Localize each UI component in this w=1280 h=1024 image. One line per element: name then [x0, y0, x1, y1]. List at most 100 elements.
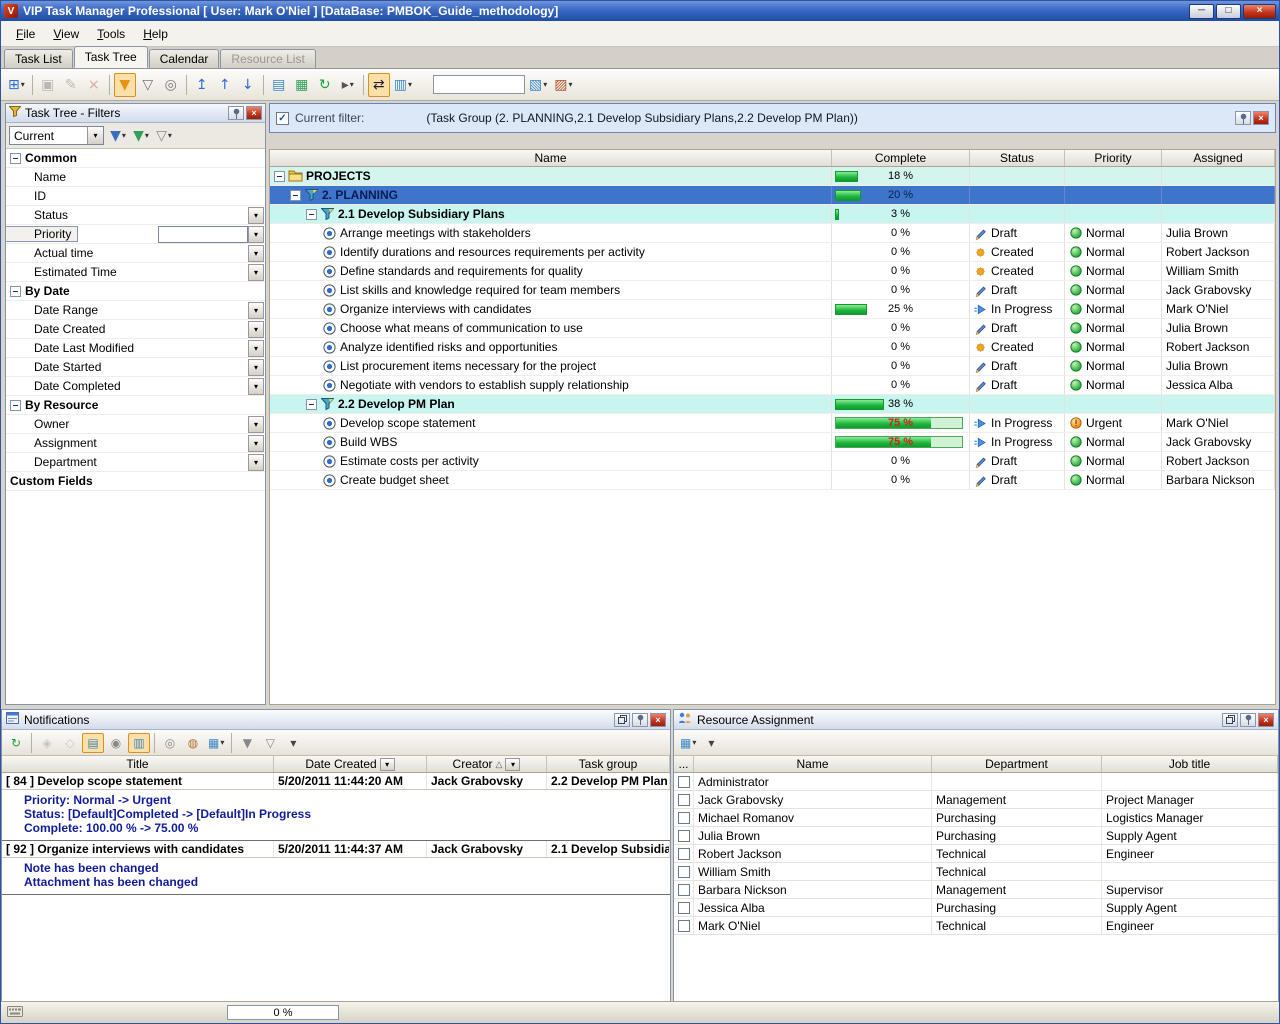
tree-expander-icon[interactable] [10, 153, 21, 164]
menu-tools[interactable]: Tools [88, 24, 134, 44]
filters-pin-button[interactable] [228, 106, 244, 120]
notif-history-button[interactable]: ◍ [182, 733, 204, 753]
filter-item-status[interactable]: Status▾ [6, 206, 265, 225]
tree-expander-icon[interactable] [10, 286, 21, 297]
chevron-down-icon[interactable]: ▾ [248, 321, 264, 338]
refresh-button[interactable]: ↻ [314, 73, 336, 97]
resource-row-robert-jackson[interactable]: Robert JacksonTechnicalEngineer [674, 845, 1278, 863]
new-task-button[interactable]: ⊞▾ [5, 73, 28, 97]
task-row-choose-what-means-of-communication-to-use[interactable]: Choose what means of communication to us… [270, 319, 1275, 338]
resource-checkbox[interactable] [678, 884, 690, 896]
resource-checkbox[interactable] [678, 776, 690, 788]
notif-mark-read-button[interactable]: ◉ [105, 733, 127, 753]
resource-pin-button[interactable] [1240, 713, 1256, 727]
filters-close-button[interactable]: × [246, 106, 262, 120]
task-row-build-wbs[interactable]: Build WBS75 %In ProgressNormalJack Grabo… [270, 433, 1275, 452]
filter-toggle-button[interactable]: ▼ [114, 73, 136, 97]
filter-item-actual-time[interactable]: Actual time▾ [6, 244, 265, 263]
column-header-status[interactable]: Status [970, 150, 1065, 166]
task-row-identify-durations-and-resources-requirements-per-activity[interactable]: Identify durations and resources require… [270, 243, 1275, 262]
tab-task-tree[interactable]: Task Tree [74, 46, 148, 68]
resource-row-mark-o-niel[interactable]: Mark O'NielTechnicalEngineer [674, 917, 1278, 935]
chevron-down-icon[interactable]: ▾ [248, 435, 264, 452]
view-mode-button[interactable]: ▸▾ [337, 73, 359, 97]
task-row-organize-interviews-with-candidates[interactable]: Organize interviews with candidates25 %I… [270, 300, 1275, 319]
notif-filter-button[interactable]: ▼ [236, 733, 258, 753]
notif-column-header-task-group[interactable]: Task group [547, 756, 670, 772]
task-row-2-1-develop-subsidiary-plans[interactable]: 2.1 Develop Subsidiary Plans3 % [270, 205, 1275, 224]
tree-expander-icon[interactable] [274, 171, 285, 182]
move-up-button[interactable]: ↑ [214, 73, 236, 97]
resource-checkbox[interactable] [678, 902, 690, 914]
apply-filter-button[interactable]: ▼▾ [107, 124, 129, 148]
task-row-develop-scope-statement[interactable]: Develop scope statement75 %In ProgressUr… [270, 414, 1275, 433]
filter-item-department[interactable]: Department▾ [6, 453, 265, 472]
current-filter-checkbox[interactable]: ✓ [276, 112, 289, 125]
chevron-down-icon[interactable]: ▾ [248, 378, 264, 395]
resource-checkbox[interactable] [678, 830, 690, 842]
resource-restore-button[interactable] [1222, 713, 1238, 727]
column-header-complete[interactable]: Complete [832, 150, 970, 166]
tab-calendar[interactable]: Calendar [149, 49, 220, 68]
fit-columns-button[interactable]: ⇄ [368, 73, 390, 97]
notifications-close-button[interactable]: × [650, 713, 666, 727]
notif-column-header-creator[interactable]: Creator△▾ [427, 756, 547, 772]
column-header-priority[interactable]: Priority [1065, 150, 1162, 166]
chevron-down-icon[interactable]: ▾ [248, 359, 264, 376]
task-row-list-procurement-items-necessary-for-the-project[interactable]: List procurement items necessary for the… [270, 357, 1275, 376]
tab-task-list[interactable]: Task List [4, 49, 73, 68]
task-row-analyze-identified-risks-and-opportunities[interactable]: Analyze identified risks and opportuniti… [270, 338, 1275, 357]
resource-checkbox[interactable] [678, 794, 690, 806]
collapse-tree-button[interactable]: ▦ [291, 73, 313, 97]
filter-item-estimated-time[interactable]: Estimated Time▾ [6, 263, 265, 282]
find-button[interactable]: ◎ [160, 73, 182, 97]
resource-row-jack-grabovsky[interactable]: Jack GrabovskyManagementProject Manager [674, 791, 1278, 809]
menu-view[interactable]: View [44, 24, 88, 44]
export-button[interactable]: ▧▾ [526, 73, 550, 97]
notif-column-header-date-created[interactable]: Date Created▾ [274, 756, 427, 772]
task-row-negotiate-with-vendors-to-establish-supply-relationship[interactable]: Negotiate with vendors to establish supp… [270, 376, 1275, 395]
filter-preset-combo[interactable]: Current ▾ [9, 126, 104, 145]
chevron-down-icon[interactable]: ▾ [248, 340, 264, 357]
resource-more-button[interactable]: ▾ [700, 733, 722, 753]
resource-columns-button[interactable]: ▦▾ [677, 733, 699, 753]
resource-row-barbara-nickson[interactable]: Barbara NicksonManagementSupervisor [674, 881, 1278, 899]
chevron-down-icon[interactable]: ▾ [248, 245, 264, 262]
close-button[interactable]: × [1243, 4, 1276, 19]
maximize-button[interactable]: □ [1216, 4, 1241, 19]
resource-close-button[interactable]: × [1258, 713, 1274, 727]
filter-item-date-completed[interactable]: Date Completed▾ [6, 377, 265, 396]
filter-item-date-range[interactable]: Date Range▾ [6, 301, 265, 320]
resource-row-william-smith[interactable]: William SmithTechnical [674, 863, 1278, 881]
chevron-down-icon[interactable]: ▾ [248, 302, 264, 319]
move-top-button[interactable]: ↥ [191, 73, 213, 97]
notif-columns-button[interactable]: ▦▾ [205, 733, 227, 753]
filter-item-date-started[interactable]: Date Started▾ [6, 358, 265, 377]
notification-row[interactable]: [ 84 ] Develop scope statement5/20/2011 … [2, 773, 670, 790]
column-header-name[interactable]: Name [270, 150, 832, 166]
save-filter-button[interactable]: ▼▾ [130, 124, 152, 148]
task-row-projects[interactable]: PROJECTS18 % [270, 167, 1275, 186]
chevron-down-icon[interactable]: ▾ [505, 758, 520, 771]
menu-file[interactable]: File [7, 24, 44, 44]
chevron-down-icon[interactable]: ▾ [380, 758, 395, 771]
filter-value-input[interactable] [158, 226, 248, 243]
resource-row-administrator[interactable]: Administrator [674, 773, 1278, 791]
resource-column-header-job-title[interactable]: Job title [1102, 756, 1278, 772]
chevron-down-icon[interactable]: ▾ [87, 127, 103, 144]
minimize-button[interactable]: ─ [1189, 4, 1214, 19]
tree-expander-icon[interactable] [290, 190, 301, 201]
filter-section-by-resource[interactable]: By Resource [6, 396, 265, 415]
resource-column-header-department[interactable]: Department [932, 756, 1102, 772]
resource-column-header-col[interactable]: ... [674, 756, 694, 772]
expand-tree-button[interactable]: ▤ [268, 73, 290, 97]
notif-refresh-button[interactable]: ↻ [5, 733, 27, 753]
toolbar-search-field[interactable] [433, 75, 525, 94]
task-row-create-budget-sheet[interactable]: Create budget sheet0 %DraftNormalBarbara… [270, 471, 1275, 490]
filter-item-name[interactable]: Name [6, 168, 265, 187]
resource-checkbox[interactable] [678, 812, 690, 824]
notif-column-header-title[interactable]: Title [2, 756, 274, 772]
task-row-2-2-develop-pm-plan[interactable]: 2.2 Develop PM Plan38 % [270, 395, 1275, 414]
menu-help[interactable]: Help [134, 24, 177, 44]
filter-section-common[interactable]: Common [6, 149, 265, 168]
